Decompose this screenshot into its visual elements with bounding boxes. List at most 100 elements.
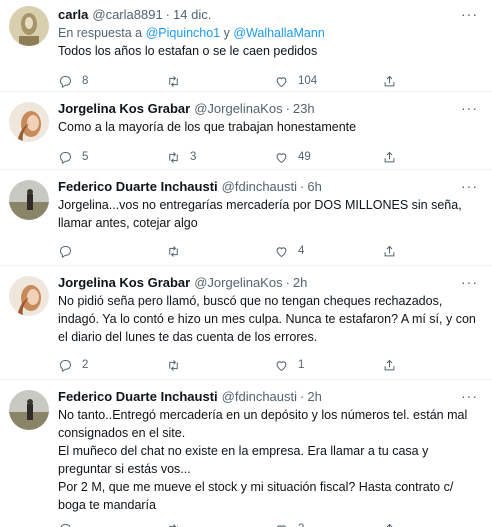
- share-button[interactable]: [382, 74, 406, 89]
- heart-icon: [276, 246, 287, 257]
- avatar[interactable]: [9, 276, 49, 316]
- mention-link[interactable]: @Piquincho1: [146, 26, 221, 40]
- more-dots-icon[interactable]: ···: [461, 100, 478, 116]
- reply-button[interactable]: 2: [58, 358, 166, 373]
- share-icon: [384, 151, 395, 162]
- author-name[interactable]: Federico Duarte Inchausti: [58, 388, 218, 406]
- mention-link[interactable]: @WalhallaMann: [233, 26, 324, 40]
- separator-dot: ·: [285, 275, 290, 290]
- more-dots-icon[interactable]: ···: [461, 274, 478, 290]
- share-icon: [384, 359, 395, 370]
- reply-count: 8: [82, 75, 89, 87]
- timestamp[interactable]: 2h: [307, 388, 321, 406]
- share-button[interactable]: [382, 522, 406, 527]
- like-count: 4: [298, 245, 305, 257]
- tweet-header: carla @carla8891 · 14 dic.: [58, 6, 480, 24]
- reply-button[interactable]: [58, 522, 166, 527]
- retweet-button[interactable]: [166, 358, 274, 373]
- action-bar: 5 3 49: [58, 142, 480, 172]
- avatar[interactable]: [9, 180, 49, 220]
- retweet-button[interactable]: [166, 522, 274, 527]
- like-button[interactable]: 1: [274, 358, 382, 373]
- author-name[interactable]: Federico Duarte Inchausti: [58, 178, 218, 196]
- retweet-button[interactable]: 3: [166, 150, 274, 165]
- reply-button[interactable]: [58, 244, 166, 259]
- separator-dot: ·: [285, 101, 290, 116]
- avatar[interactable]: [9, 390, 49, 430]
- reply-button[interactable]: 5: [58, 150, 166, 165]
- reply-prefix: En respuesta a: [58, 26, 143, 40]
- more-dots-icon[interactable]: ···: [461, 388, 478, 404]
- separator-dot: ·: [300, 179, 305, 194]
- tweet[interactable]: Federico Duarte Inchausti @fdinchausti ·…: [0, 380, 492, 527]
- author-handle[interactable]: @JorgelinaKos: [194, 274, 282, 292]
- timestamp[interactable]: 14 dic.: [173, 6, 211, 24]
- tweet-text: Como a la mayoría de los que trabajan ho…: [58, 120, 357, 134]
- reply-join: y: [223, 26, 230, 40]
- tweet-text: No pidió seña pero llamó, buscó que no t…: [58, 294, 476, 344]
- like-button[interactable]: 4: [274, 244, 382, 259]
- action-bar: 3: [58, 514, 480, 527]
- like-button[interactable]: 3: [274, 522, 382, 527]
- avatar[interactable]: [9, 6, 49, 46]
- tweet[interactable]: Jorgelina Kos Grabar @JorgelinaKos · 2h …: [0, 266, 492, 380]
- retweet-icon: [169, 359, 178, 371]
- separator-dot: ·: [165, 7, 171, 22]
- separator-dot: ·: [300, 389, 305, 404]
- author-handle[interactable]: @JorgelinaKos: [194, 100, 282, 118]
- reply-context: En respuesta a @Piquincho1 y @WalhallaMa…: [58, 24, 480, 42]
- retweet-icon: [169, 245, 178, 257]
- tweet-text: Todos los años lo estafan o se le caen p…: [58, 44, 318, 58]
- share-button[interactable]: [382, 358, 406, 373]
- avatar[interactable]: [9, 102, 49, 142]
- timestamp[interactable]: 2h: [293, 274, 307, 292]
- like-count: 104: [298, 75, 318, 87]
- author-name[interactable]: Jorgelina Kos Grabar: [58, 274, 190, 292]
- heart-icon: [276, 524, 287, 527]
- reply-icon: [60, 523, 71, 527]
- reply-icon: [60, 151, 71, 164]
- more-dots-icon[interactable]: ···: [461, 6, 478, 22]
- reply-icon: [60, 75, 71, 88]
- author-name[interactable]: Jorgelina Kos Grabar: [58, 100, 190, 118]
- retweet-icon: [169, 75, 178, 87]
- tweet-header: Jorgelina Kos Grabar @JorgelinaKos · 2h: [58, 274, 480, 292]
- like-count: 1: [298, 359, 305, 371]
- author-handle[interactable]: @fdinchausti: [222, 388, 297, 406]
- tweet[interactable]: Jorgelina Kos Grabar @JorgelinaKos · 23h…: [0, 92, 492, 170]
- tweet[interactable]: Federico Duarte Inchausti @fdinchausti ·…: [0, 170, 492, 266]
- heart-icon: [276, 152, 287, 163]
- reply-icon: [60, 359, 71, 372]
- share-button[interactable]: [382, 244, 406, 259]
- retweet-count: 3: [190, 151, 197, 163]
- author-handle[interactable]: @carla8891: [92, 6, 162, 24]
- tweet-header: Federico Duarte Inchausti @fdinchausti ·…: [58, 388, 480, 406]
- like-button[interactable]: 104: [274, 74, 382, 89]
- retweet-button[interactable]: [166, 244, 274, 259]
- more-dots-icon[interactable]: ···: [461, 178, 478, 194]
- like-count: 49: [298, 151, 311, 163]
- tweet-text: No tanto..Entregó mercadería en un depós…: [58, 408, 468, 512]
- share-button[interactable]: [382, 150, 406, 165]
- tweet[interactable]: carla @carla8891 · 14 dic. ··· En respue…: [0, 0, 492, 92]
- reply-count: 5: [82, 151, 89, 163]
- author-handle[interactable]: @fdinchausti: [222, 178, 297, 196]
- like-button[interactable]: 49: [274, 150, 382, 165]
- share-icon: [384, 75, 395, 86]
- timestamp[interactable]: 23h: [293, 100, 315, 118]
- reply-button[interactable]: 8: [58, 74, 166, 89]
- action-bar: 2 1: [58, 350, 480, 380]
- like-count: 3: [298, 523, 304, 527]
- retweet-icon: [169, 523, 178, 527]
- tweet-header: Jorgelina Kos Grabar @JorgelinaKos · 23h: [58, 100, 480, 118]
- share-icon: [384, 245, 395, 256]
- heart-icon: [276, 360, 287, 371]
- heart-icon: [276, 76, 287, 87]
- timestamp[interactable]: 6h: [307, 178, 321, 196]
- tweet-header: Federico Duarte Inchausti @fdinchausti ·…: [58, 178, 480, 196]
- reply-icon: [60, 245, 71, 258]
- author-name[interactable]: carla: [58, 6, 88, 24]
- retweet-button[interactable]: [166, 74, 274, 89]
- retweet-icon: [169, 151, 178, 163]
- reply-count: 2: [82, 359, 89, 371]
